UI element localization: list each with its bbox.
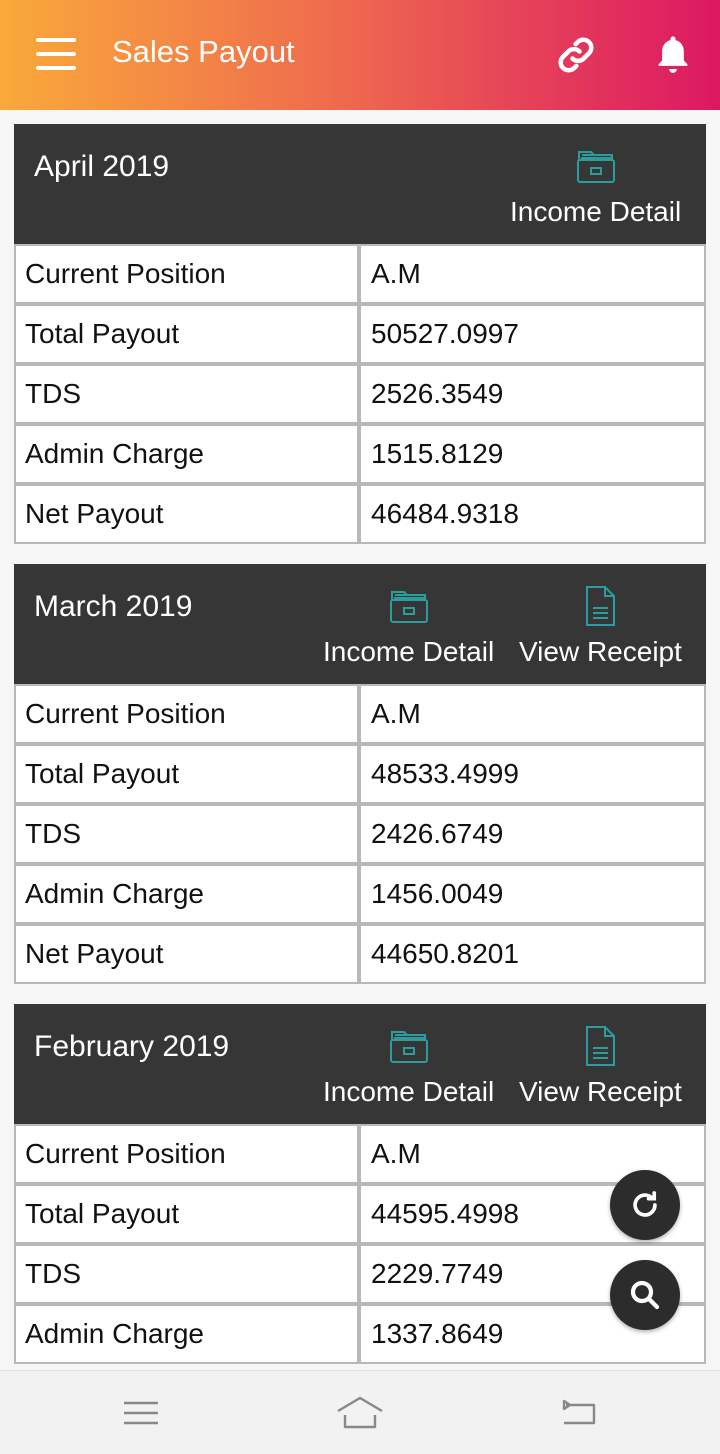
- income-detail-label: Income Detail: [510, 196, 682, 227]
- income-detail-button[interactable]: Income Detail: [323, 1024, 494, 1108]
- row-value: 2426.6749: [359, 804, 706, 864]
- table-row: TDS 2426.6749: [14, 804, 706, 864]
- table-row: Current Position A.M: [14, 684, 706, 744]
- row-label: Admin Charge: [14, 424, 359, 484]
- bell-icon[interactable]: [652, 32, 694, 76]
- row-label: Total Payout: [14, 744, 359, 804]
- row-label: Current Position: [14, 1124, 359, 1184]
- document-icon: [586, 1026, 616, 1066]
- document-icon: [586, 586, 616, 626]
- card-title: April 2019: [34, 150, 170, 183]
- table-row: Current Position A.M: [14, 1124, 706, 1184]
- system-nav-bar: [0, 1370, 720, 1454]
- folder-icon: [576, 151, 615, 183]
- row-value: 44650.8201: [359, 924, 706, 984]
- row-label: Total Payout: [14, 1184, 359, 1244]
- row-value: A.M: [359, 244, 706, 304]
- table-row: Admin Charge 1337.8649: [14, 1304, 706, 1364]
- row-label: Admin Charge: [14, 864, 359, 924]
- payout-card-april-2019: April 2019 Income Detail Current Positio…: [14, 124, 706, 544]
- row-label: Current Position: [14, 684, 359, 744]
- row-label: TDS: [14, 364, 359, 424]
- search-button[interactable]: [610, 1260, 680, 1330]
- table-row: Net Payout 46484.9318: [14, 484, 706, 544]
- home-icon[interactable]: [336, 1393, 384, 1433]
- row-value: 48533.4999: [359, 744, 706, 804]
- income-detail-label: Income Detail: [323, 636, 495, 667]
- payout-card-february-2019: February 2019 Income Detail View Receipt…: [14, 1004, 706, 1364]
- card-title: February 2019: [34, 1030, 230, 1063]
- app-bar: Sales Payout: [0, 0, 720, 110]
- view-receipt-button[interactable]: View Receipt: [519, 1024, 682, 1108]
- card-header: February 2019 Income Detail View Receipt: [14, 1004, 706, 1124]
- table-row: Admin Charge 1456.0049: [14, 864, 706, 924]
- table-row: TDS 2526.3549: [14, 364, 706, 424]
- table-row: Net Payout 44650.8201: [14, 924, 706, 984]
- row-label: Net Payout: [14, 484, 359, 544]
- payout-table: Current Position A.M Total Payout 44595.49…: [14, 1124, 706, 1364]
- row-label: TDS: [14, 1244, 359, 1304]
- row-label: TDS: [14, 804, 359, 864]
- view-receipt-label: View Receipt: [519, 636, 682, 667]
- row-label: Current Position: [14, 244, 359, 304]
- row-value: 46484.9318: [359, 484, 706, 544]
- search-icon: [630, 1280, 660, 1310]
- row-label: Net Payout: [14, 924, 359, 984]
- hamburger-menu-icon[interactable]: [36, 38, 76, 70]
- row-value: A.M: [359, 684, 706, 744]
- payout-table: Current Position A.M Total Payout 50527.09…: [14, 244, 706, 544]
- card-header: April 2019 Income Detail: [14, 124, 706, 244]
- income-detail-label: Income Detail: [323, 1076, 495, 1107]
- table-row: Total Payout 48533.4999: [14, 744, 706, 804]
- row-value: 50527.0997: [359, 304, 706, 364]
- folder-icon: [389, 1031, 428, 1063]
- row-value: 2526.3549: [359, 364, 706, 424]
- row-value: 1515.8129: [359, 424, 706, 484]
- link-icon[interactable]: [555, 34, 597, 76]
- card-header: March 2019 Income Detail View Receipt: [14, 564, 706, 684]
- card-title: March 2019: [34, 590, 193, 623]
- table-row: Current Position A.M: [14, 244, 706, 304]
- payout-list: April 2019 Income Detail Current Positio…: [14, 124, 706, 1384]
- folder-icon: [389, 591, 428, 623]
- back-icon[interactable]: [556, 1393, 604, 1433]
- income-detail-button[interactable]: Income Detail: [510, 144, 681, 228]
- view-receipt-label: View Receipt: [519, 1076, 682, 1107]
- table-row: TDS 2229.7749: [14, 1244, 706, 1304]
- row-value: 1456.0049: [359, 864, 706, 924]
- table-row: Total Payout 44595.4998: [14, 1184, 706, 1244]
- table-row: Total Payout 50527.0997: [14, 304, 706, 364]
- income-detail-button[interactable]: Income Detail: [323, 584, 494, 668]
- row-label: Total Payout: [14, 304, 359, 364]
- refresh-button[interactable]: [610, 1170, 680, 1240]
- page-title: Sales Payout: [112, 34, 295, 69]
- recents-icon[interactable]: [117, 1393, 165, 1433]
- payout-card-march-2019: March 2019 Income Detail View Receipt Cu…: [14, 564, 706, 984]
- payout-table: Current Position A.M Total Payout 48533.49…: [14, 684, 706, 984]
- view-receipt-button[interactable]: View Receipt: [519, 584, 682, 668]
- table-row: Admin Charge 1515.8129: [14, 424, 706, 484]
- refresh-icon: [633, 1191, 657, 1217]
- row-label: Admin Charge: [14, 1304, 359, 1364]
